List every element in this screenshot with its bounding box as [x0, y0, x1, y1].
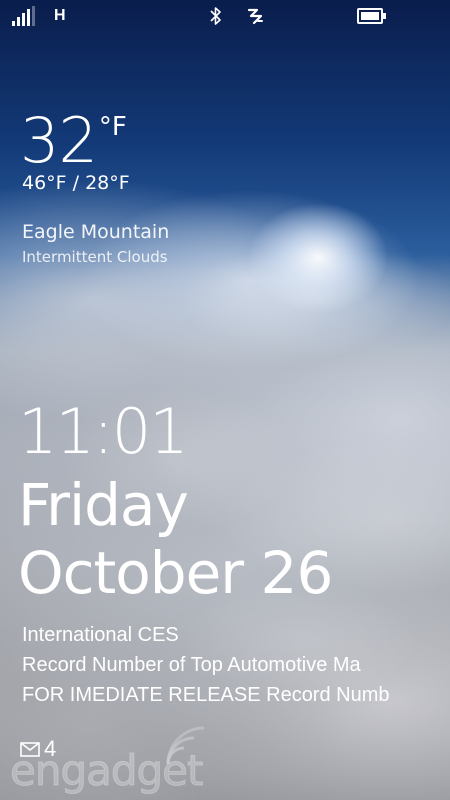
mail-notification: 4 — [20, 736, 56, 764]
clock-time: 11:01 — [18, 395, 189, 468]
temperature-value: 32 — [20, 104, 98, 177]
clock-day: Friday — [18, 471, 189, 539]
clock-date: October 26 — [18, 539, 333, 607]
current-temperature: 32°F — [20, 108, 127, 174]
status-bar: H — [0, 0, 450, 34]
calendar-event: Record Number of Top Automotive Ma — [22, 654, 361, 676]
mail-count: 4 — [44, 736, 57, 761]
lock-screen[interactable]: H 32°F 46°F / 28°F Eagle Mountain Interm… — [0, 0, 450, 800]
weather-condition: Intermittent Clouds — [22, 248, 168, 266]
temperature-unit: °F — [98, 112, 127, 142]
network-type-label: H — [54, 7, 66, 24]
mail-icon — [20, 742, 40, 757]
internet-sharing-icon — [247, 8, 263, 25]
calendar-event: International CES — [22, 624, 179, 646]
battery-icon — [357, 8, 386, 24]
watermark-signal-arcs — [166, 726, 205, 765]
weather-location: Eagle Mountain — [22, 221, 170, 243]
high-low-temperature: 46°F / 28°F — [22, 172, 130, 194]
calendar-event: FOR IMEDIATE RELEASE Record Numb — [22, 684, 390, 706]
bluetooth-icon — [210, 7, 221, 25]
signal-strength-icon — [12, 6, 35, 26]
